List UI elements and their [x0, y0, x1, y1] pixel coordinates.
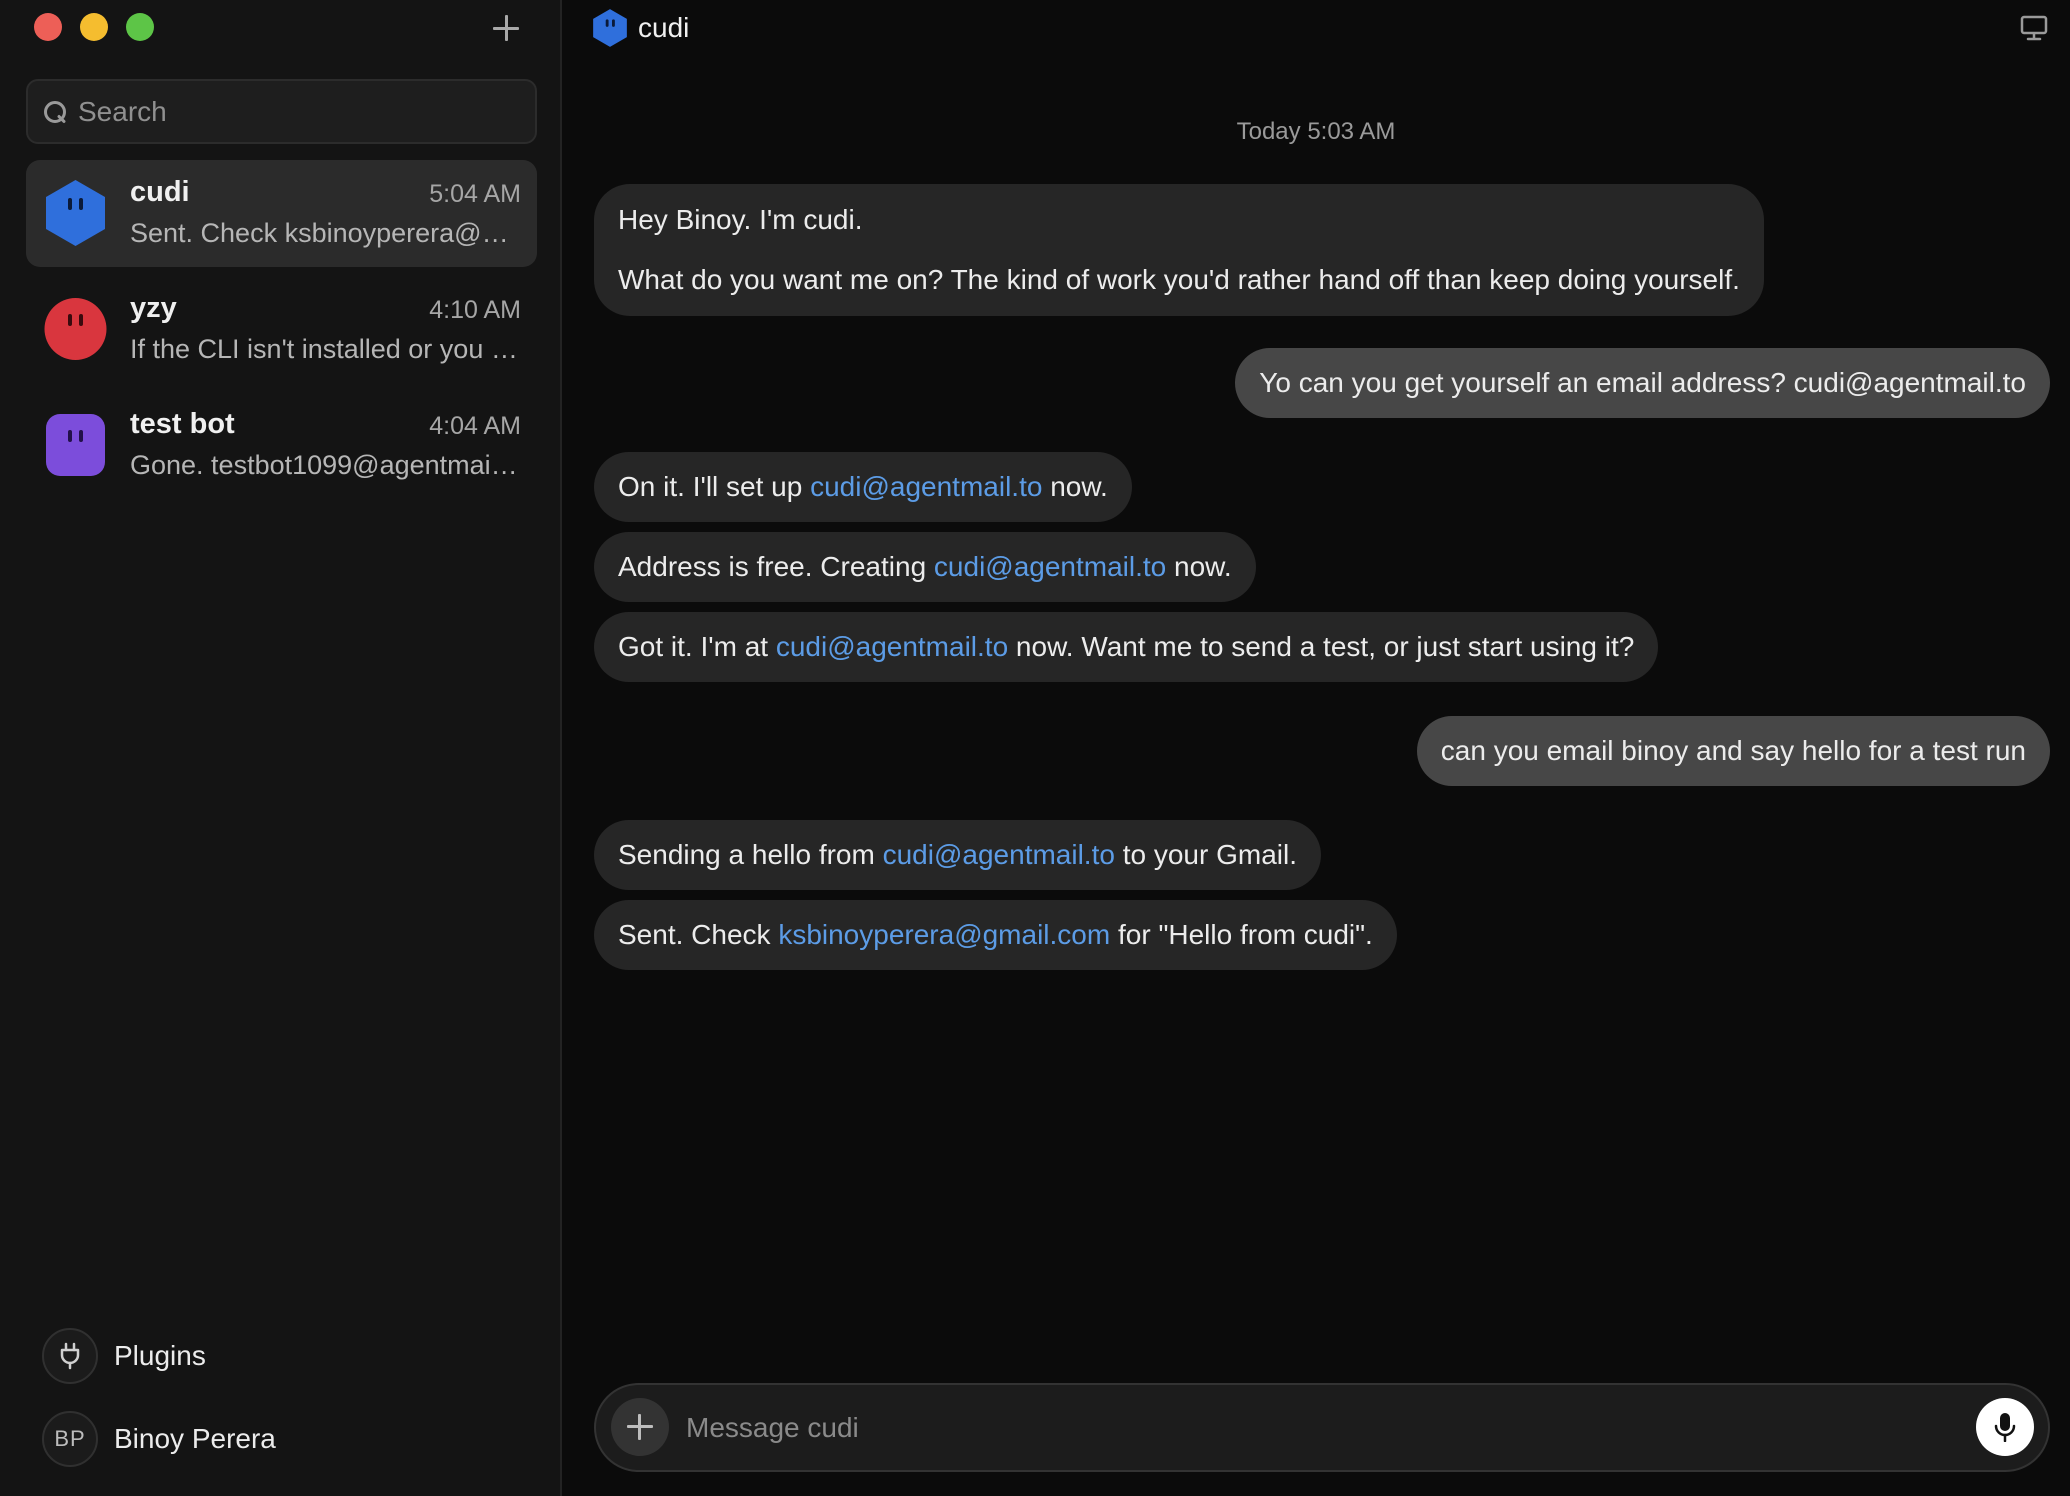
search-box[interactable] — [26, 79, 537, 144]
message-text: Yo can you get yourself an email address… — [1259, 367, 2026, 398]
message-text: now. Want me to send a test, or just sta… — [1008, 631, 1635, 662]
email-link[interactable]: cudi@agentmail.to — [934, 551, 1166, 582]
message-text: On it. I'll set up — [618, 471, 811, 502]
conversation-preview: Sent. Check ksbinoyperera@gmail.com for … — [130, 218, 522, 248]
bot-message: Address is free. Creating cudi@agentmail… — [594, 532, 1256, 602]
user-message: can you email binoy and say hello for a … — [1416, 716, 2050, 786]
plugins-button[interactable]: Plugins — [42, 1328, 206, 1384]
bot-message: Sending a hello from cudi@agentmail.to t… — [594, 820, 1321, 890]
maximize-window-button[interactable] — [126, 13, 154, 41]
sidebar: cudi 5:04 AM Sent. Check ksbinoyperera@g… — [0, 0, 562, 1496]
bot-message: Sent. Check ksbinoyperera@gmail.com for … — [594, 900, 1397, 970]
user-name: Binoy Perera — [114, 1423, 276, 1454]
conversation-name: test bot — [130, 408, 235, 440]
email-link[interactable]: cudi@agentmail.to — [776, 631, 1008, 662]
microphone-icon — [1994, 1413, 2016, 1442]
conversation-time: 4:10 AM — [429, 296, 521, 324]
message-text: Sent. Check — [618, 919, 779, 950]
message-text: Got it. I'm at — [618, 631, 776, 662]
message-text: now. — [1166, 551, 1232, 582]
bot-message: Hey Binoy. I'm cudi. What do you want me… — [594, 184, 1764, 316]
conversation-preview: Gone. testbot1099@agentmail.to has been … — [130, 450, 522, 480]
message-line: What do you want me on? The kind of work… — [618, 264, 1740, 295]
chat-avatar-icon — [593, 9, 627, 47]
attach-plus-button[interactable] — [611, 1398, 669, 1456]
chat-panel: cudi Today 5:03 AM Hey Binoy. I'm cudi. … — [562, 0, 2070, 1496]
message-text: Sending a hello from — [618, 839, 883, 870]
message-text: for "Hello from cudi". — [1110, 919, 1373, 950]
email-link[interactable]: cudi@agentmail.to — [810, 471, 1042, 502]
conversation-item-yzy[interactable]: yzy 4:10 AM If the CLI isn't installed o… — [26, 276, 537, 383]
message-text: Address is free. Creating — [618, 551, 934, 582]
window-controls — [34, 13, 154, 41]
user-profile-button[interactable]: BP Binoy Perera — [42, 1411, 276, 1467]
message-text: now. — [1042, 471, 1108, 502]
test-bot-avatar — [46, 414, 105, 476]
user-message: Yo can you get yourself an email address… — [1235, 348, 2050, 418]
conversation-preview: If the CLI isn't installed or you need t… — [130, 334, 522, 364]
conversation-item-test-bot[interactable]: test bot 4:04 AM Gone. testbot1099@agent… — [26, 392, 537, 499]
plug-icon — [42, 1328, 98, 1384]
conversation-time: 4:04 AM — [429, 412, 521, 440]
close-window-button[interactable] — [34, 13, 62, 41]
chat-title: cudi — [638, 12, 690, 43]
bot-message: Got it. I'm at cudi@agentmail.to now. Wa… — [594, 612, 1659, 682]
plugins-label: Plugins — [114, 1340, 206, 1371]
message-composer — [594, 1383, 2050, 1472]
message-text: to your Gmail. — [1114, 839, 1297, 870]
monitor-icon[interactable] — [2020, 15, 2048, 41]
search-input[interactable] — [78, 81, 518, 142]
message-input[interactable] — [686, 1385, 1946, 1470]
conversation-time: 5:04 AM — [429, 180, 521, 208]
cudi-avatar — [46, 180, 105, 246]
app-window: cudi 5:04 AM Sent. Check ksbinoyperera@g… — [0, 0, 2070, 1496]
microphone-button[interactable] — [1976, 1398, 2034, 1456]
email-link[interactable]: ksbinoyperera@gmail.com — [778, 919, 1110, 950]
message-text: can you email binoy and say hello for a … — [1440, 735, 2026, 766]
date-separator: Today 5:03 AM — [1236, 118, 1396, 145]
message-line: Hey Binoy. I'm cudi. — [618, 204, 863, 235]
chat-header: cudi — [592, 8, 689, 48]
user-avatar: BP — [42, 1411, 98, 1467]
yzy-avatar — [44, 298, 107, 360]
email-link[interactable]: cudi@agentmail.to — [883, 839, 1115, 870]
search-icon — [44, 101, 68, 125]
new-chat-button[interactable] — [488, 10, 524, 46]
conversation-item-cudi[interactable]: cudi 5:04 AM Sent. Check ksbinoyperera@g… — [26, 160, 537, 267]
conversation-name: yzy — [130, 292, 177, 324]
conversation-name: cudi — [130, 176, 190, 208]
conversation-list: cudi 5:04 AM Sent. Check ksbinoyperera@g… — [26, 160, 537, 508]
bot-message: On it. I'll set up cudi@agentmail.to now… — [594, 452, 1132, 522]
minimize-window-button[interactable] — [80, 13, 108, 41]
